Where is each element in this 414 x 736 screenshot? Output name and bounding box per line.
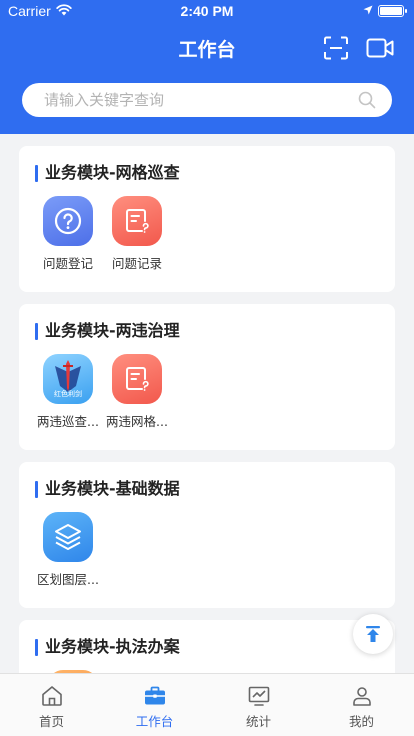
home-icon (42, 686, 62, 706)
tab-bar: 首页 工作台 统计 我的 (0, 673, 414, 736)
user-icon (353, 687, 371, 706)
card-title: 业务模块-两违治理 (35, 320, 180, 342)
layers-icon (43, 512, 93, 562)
module-card-grid-patrol: 业务模块-网格巡查 问题登记 问题记录 (19, 146, 395, 292)
back-to-top-button[interactable] (353, 614, 393, 654)
tab-mine[interactable]: 我的 (310, 674, 413, 736)
module-card-two-violations: 业务模块-两违治理 红色利剑 两违巡查... 两违网格... (19, 304, 395, 450)
chart-icon (248, 686, 270, 706)
app-district-layers[interactable]: 区划图层... (35, 512, 101, 588)
status-time: 2:40 PM (180, 3, 234, 19)
arrow-up-icon (366, 626, 380, 642)
app-problem-record[interactable]: 问题记录 (104, 196, 170, 272)
app-label: 两违巡查... (37, 414, 99, 429)
app-label: 问题登记 (42, 256, 93, 271)
tab-workbench[interactable]: 工作台 (103, 674, 206, 736)
page-title: 工作台 (178, 39, 236, 61)
briefcase-icon (145, 686, 165, 705)
tab-label: 工作台 (135, 714, 174, 729)
app-violation-grid[interactable]: 两违网格... (104, 354, 170, 430)
record-icon (112, 196, 162, 246)
sword-logo-icon: 红色利剑 (43, 354, 93, 404)
tab-label: 我的 (348, 714, 374, 729)
video-camera-icon[interactable] (366, 38, 394, 58)
app-label: 问题记录 (111, 256, 162, 271)
card-title: 业务模块-基础数据 (35, 478, 180, 500)
search-icon[interactable] (358, 91, 376, 109)
app-label: 区划图层... (37, 572, 99, 587)
scan-icon[interactable] (323, 36, 349, 60)
tab-label: 首页 (38, 714, 64, 729)
module-card-basic-data: 业务模块-基础数据 区划图层... (19, 462, 395, 608)
search-input[interactable] (44, 83, 344, 117)
card-title: 业务模块-网格巡查 (35, 162, 180, 184)
app-label: 两违网格... (106, 414, 168, 429)
search-bar[interactable] (22, 83, 392, 117)
tab-home[interactable]: 首页 (0, 674, 103, 736)
sword-logo-text: 红色利剑 (54, 390, 82, 398)
battery-icon (378, 5, 407, 17)
app-violation-patrol[interactable]: 红色利剑 两违巡查... (35, 354, 101, 430)
question-icon (43, 196, 93, 246)
app-problem-register[interactable]: 问题登记 (35, 196, 101, 272)
card-title: 业务模块-执法办案 (35, 636, 180, 658)
location-arrow-icon (363, 5, 373, 15)
tab-statistics[interactable]: 统计 (207, 674, 310, 736)
tab-label: 统计 (245, 714, 271, 729)
status-bar: Carrier 2:40 PM (0, 0, 414, 24)
app-header: Carrier 2:40 PM 工作台 (0, 0, 414, 134)
record-icon (112, 354, 162, 404)
